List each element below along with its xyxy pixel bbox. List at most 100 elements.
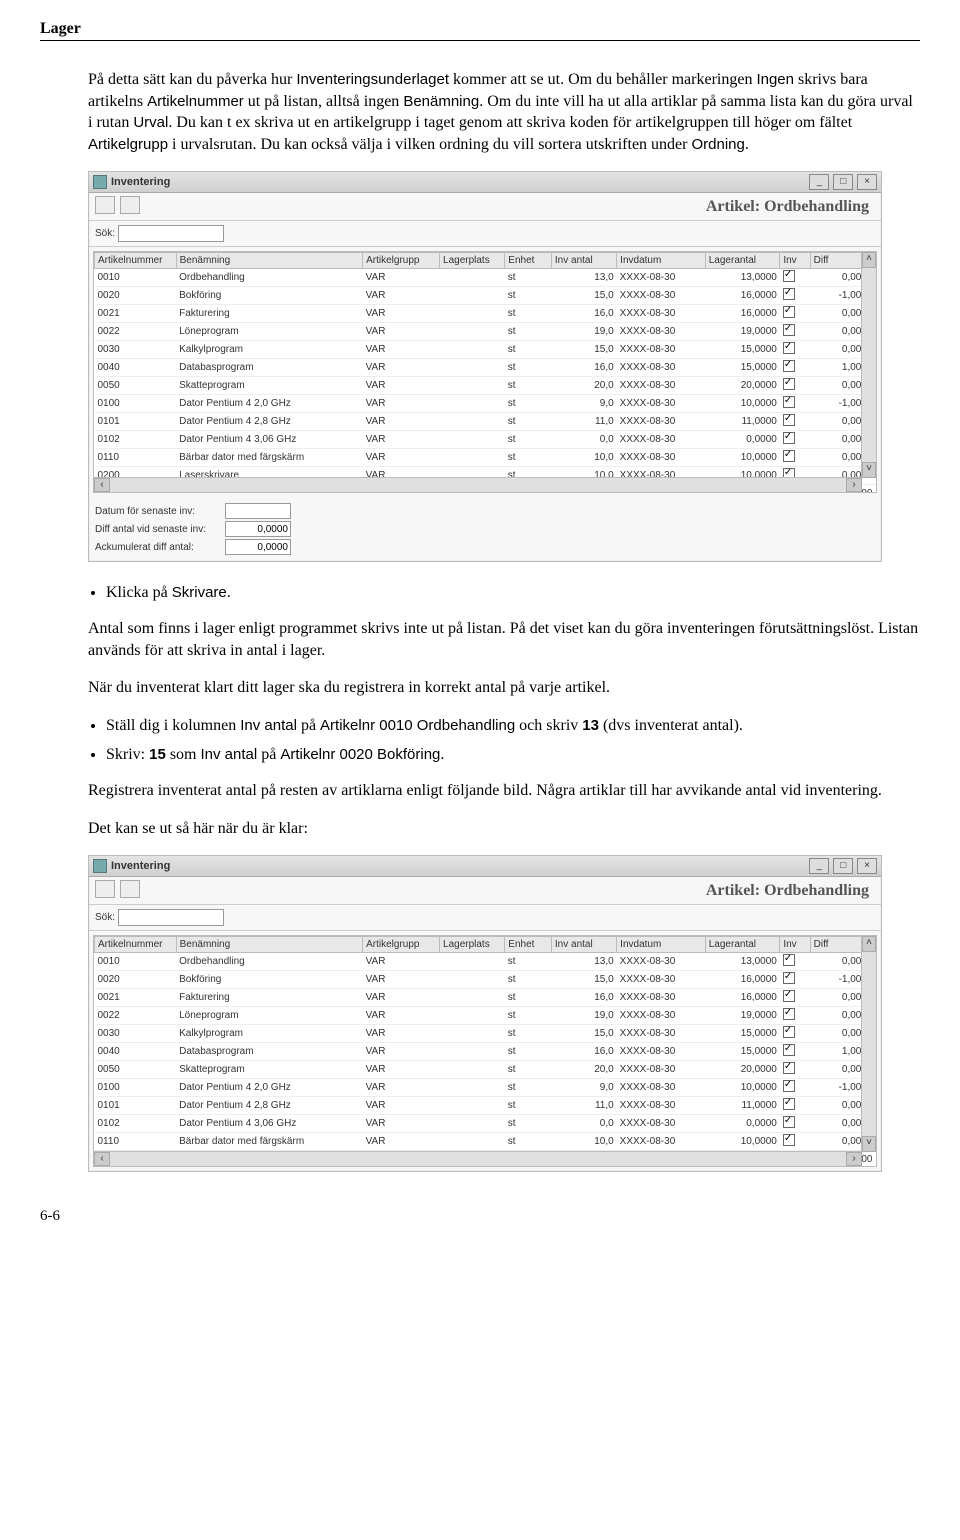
checkbox-icon[interactable] (783, 1116, 795, 1128)
column-header[interactable]: Lagerantal (705, 253, 780, 269)
table-row[interactable]: 0021FaktureringVARst16,0XXXX-08-3016,000… (95, 989, 876, 1007)
minimize-button[interactable]: _ (809, 174, 829, 190)
table-row[interactable]: 0022LöneprogramVARst19,0XXXX-08-3019,000… (95, 1007, 876, 1025)
table-row[interactable]: 0050SkatteprogramVARst20,0XXXX-08-3020,0… (95, 1061, 876, 1079)
column-header[interactable]: Artikelnummer (95, 937, 177, 953)
checkbox-icon[interactable] (783, 1062, 795, 1074)
scroll-left-icon[interactable]: ‹ (94, 1152, 110, 1166)
table-row[interactable]: 0030KalkylprogramVARst15,0XXXX-08-3015,0… (95, 1025, 876, 1043)
scroll-left-icon[interactable]: ‹ (94, 478, 110, 492)
scroll-right-icon[interactable]: › (846, 478, 862, 492)
column-header[interactable]: Inv (780, 937, 810, 953)
column-header[interactable]: Invdatum (617, 937, 706, 953)
column-header[interactable]: Artikelgrupp (363, 253, 440, 269)
column-header[interactable]: Lagerantal (705, 937, 780, 953)
column-header[interactable]: Invdatum (617, 253, 706, 269)
toolbar-icon[interactable] (120, 880, 140, 898)
close-button[interactable]: × (857, 858, 877, 874)
checkbox-icon[interactable] (783, 972, 795, 984)
cell: 19,0 (551, 323, 616, 341)
scrollbar-horizontal[interactable]: ‹› (94, 477, 862, 492)
column-header[interactable]: Artikelgrupp (363, 937, 440, 953)
checkbox-icon[interactable] (783, 396, 795, 408)
table-row[interactable]: 0102Dator Pentium 4 3,06 GHzVARst0,0XXXX… (95, 431, 876, 449)
table-row[interactable]: 0010OrdbehandlingVARst13,0XXXX-08-3013,0… (95, 269, 876, 287)
checkbox-icon[interactable] (783, 342, 795, 354)
column-header[interactable]: Lagerplats (440, 253, 505, 269)
cell: st (505, 1043, 552, 1061)
close-button[interactable]: × (857, 174, 877, 190)
checkbox-icon[interactable] (783, 306, 795, 318)
table-row[interactable]: 0040DatabasprogramVARst16,0XXXX-08-3015,… (95, 359, 876, 377)
table-row[interactable]: 0110Bärbar dator med färgskärmVARst10,0X… (95, 1133, 876, 1151)
scrollbar-horizontal[interactable]: ‹› (94, 1151, 862, 1166)
toolbar-icon[interactable] (95, 196, 115, 214)
table-row[interactable]: 0040DatabasprogramVARst16,0XXXX-08-3015,… (95, 1043, 876, 1061)
checkbox-icon[interactable] (783, 450, 795, 462)
maximize-button[interactable]: □ (833, 858, 853, 874)
checkbox-icon[interactable] (783, 1134, 795, 1146)
checkbox-icon[interactable] (783, 432, 795, 444)
checkbox-icon[interactable] (783, 990, 795, 1002)
scroll-up-icon[interactable]: ˄ (862, 252, 876, 268)
column-header[interactable]: Enhet (505, 937, 552, 953)
table-row[interactable]: 0110Bärbar dator med färgskärmVARst10,0X… (95, 449, 876, 467)
table-row[interactable]: 0030KalkylprogramVARst15,0XXXX-08-3015,0… (95, 341, 876, 359)
scroll-up-icon[interactable]: ˄ (862, 936, 876, 952)
scrollbar-vertical[interactable]: ˄˅ (861, 252, 876, 478)
checkbox-icon[interactable] (783, 954, 795, 966)
column-header[interactable]: Inv (780, 253, 810, 269)
checkbox-icon[interactable] (783, 1026, 795, 1038)
footer-input[interactable] (225, 521, 291, 537)
column-header[interactable]: Enhet (505, 253, 552, 269)
column-header[interactable]: Lagerplats (440, 937, 505, 953)
scrollbar-vertical[interactable]: ˄˅ (861, 936, 876, 1152)
cell (780, 377, 810, 395)
cell: XXXX-08-30 (617, 323, 706, 341)
table-row[interactable]: 0100Dator Pentium 4 2,0 GHzVARst9,0XXXX-… (95, 395, 876, 413)
table-row[interactable]: 0101Dator Pentium 4 2,8 GHzVARst11,0XXXX… (95, 1097, 876, 1115)
cell: 15,0000 (705, 1025, 780, 1043)
minimize-button[interactable]: _ (809, 858, 829, 874)
cell: VAR (363, 413, 440, 431)
table-row[interactable]: 0022LöneprogramVARst19,0XXXX-08-3019,000… (95, 323, 876, 341)
checkbox-icon[interactable] (783, 1008, 795, 1020)
column-header[interactable]: Artikelnummer (95, 253, 177, 269)
checkbox-icon[interactable] (783, 1044, 795, 1056)
table-row[interactable]: 0010OrdbehandlingVARst13,0XXXX-08-3013,0… (95, 953, 876, 971)
checkbox-icon[interactable] (783, 414, 795, 426)
column-header[interactable]: Benämning (176, 937, 363, 953)
scroll-down-icon[interactable]: ˅ (862, 462, 876, 478)
checkbox-icon[interactable] (783, 1080, 795, 1092)
checkbox-icon[interactable] (783, 270, 795, 282)
checkbox-icon[interactable] (783, 378, 795, 390)
checkbox-icon[interactable] (783, 1098, 795, 1110)
table-row[interactable]: 0102Dator Pentium 4 3,06 GHzVARst0,0XXXX… (95, 1115, 876, 1133)
scroll-down-icon[interactable]: ˅ (862, 1136, 876, 1152)
table-row[interactable]: 0020BokföringVARst15,0XXXX-08-3016,0000-… (95, 287, 876, 305)
footer-input[interactable] (225, 503, 291, 519)
search-input[interactable] (118, 909, 224, 926)
column-header[interactable]: Benämning (176, 253, 363, 269)
column-header[interactable]: Inv antal (551, 937, 616, 953)
titlebar: Inventering _ □ × (89, 172, 881, 193)
cell: st (505, 287, 552, 305)
table-row[interactable]: 0101Dator Pentium 4 2,8 GHzVARst11,0XXXX… (95, 413, 876, 431)
checkbox-icon[interactable] (783, 324, 795, 336)
checkbox-icon[interactable] (783, 288, 795, 300)
toolbar-icon[interactable] (95, 880, 115, 898)
table-row[interactable]: 0050SkatteprogramVARst20,0XXXX-08-3020,0… (95, 377, 876, 395)
search-input[interactable] (118, 225, 224, 242)
checkbox-icon[interactable] (783, 360, 795, 372)
table-row[interactable]: 0020BokföringVARst15,0XXXX-08-3016,0000-… (95, 971, 876, 989)
scroll-right-icon[interactable]: › (846, 1152, 862, 1166)
toolbar-icon[interactable] (120, 196, 140, 214)
table-row[interactable]: 0100Dator Pentium 4 2,0 GHzVARst9,0XXXX-… (95, 1079, 876, 1097)
cell: VAR (363, 1043, 440, 1061)
column-header[interactable]: Inv antal (551, 253, 616, 269)
cell: 20,0000 (705, 377, 780, 395)
maximize-button[interactable]: □ (833, 174, 853, 190)
table-row[interactable]: 0021FaktureringVARst16,0XXXX-08-3016,000… (95, 305, 876, 323)
footer-input[interactable] (225, 539, 291, 555)
term: Ingen (756, 71, 794, 88)
